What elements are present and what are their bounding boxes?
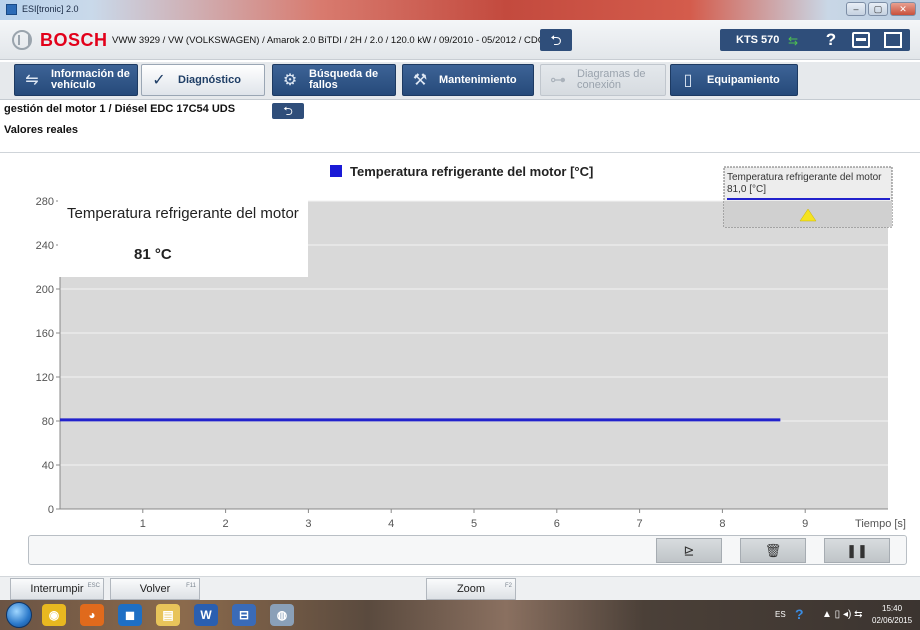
x-tick-label: 2 — [223, 518, 229, 530]
axis-scale-button[interactable]: ⊵ — [656, 538, 722, 563]
tray-icons[interactable]: ▲ ▯ ◂) ⇆ — [822, 609, 862, 620]
chart-control-bar: ⊵ 🗑 ❚❚ — [28, 535, 907, 565]
zoom-button[interactable]: Zoom F2 — [426, 578, 516, 600]
value-box-label: Temperatura refrigerante del motor — [67, 205, 299, 222]
x-tick-label: 7 — [637, 518, 643, 530]
back-arrow-button[interactable]: ⮌ — [540, 29, 572, 51]
y-tick-label: 280 — [36, 196, 54, 208]
usb-connection-icon: ⇆ — [788, 34, 799, 48]
wiring-icon: ⊶ — [550, 72, 566, 89]
stethoscope-icon: ✓ — [152, 72, 166, 89]
pause-button[interactable]: ❚❚ — [824, 538, 890, 563]
chart-title: Temperatura refrigerante del motor [°C] — [350, 164, 593, 179]
close-button[interactable]: ✕ — [890, 2, 916, 16]
function-key-hint: F11 — [186, 583, 196, 589]
print-button[interactable] — [852, 32, 870, 48]
firefox-taskbar-icon[interactable]: ◕ — [80, 604, 104, 626]
brand-name: BOSCH — [40, 30, 108, 50]
window-title: ESI[tronic] 2.0 — [22, 4, 79, 14]
app-header: BOSCH VWW 3929 / VW (VOLKSWAGEN) / Amaro… — [0, 20, 920, 60]
menu-button[interactable] — [884, 32, 902, 48]
interrupt-label: Interrumpir — [30, 583, 84, 595]
function-key-hint: F2 — [504, 583, 512, 589]
tab-maintenance[interactable]: ⚒ Mantenimiento — [402, 64, 534, 96]
y-tick-label: 160 — [36, 328, 54, 340]
x-tick-label: 3 — [305, 518, 311, 530]
troubleshoot-icon: ⚙ — [282, 72, 298, 89]
esitronic-window: ESI[tronic] 2.0 – ▢ ✕ BOSCH VWW 3929 / V… — [0, 0, 920, 630]
language-indicator[interactable]: ES — [775, 610, 786, 619]
live-data-chart: 0 40 80 120 160 200 240 280 1 2 3 4 5 6 7 8 9 Tiempo [s]… — [0, 153, 920, 533]
tab-equipment[interactable]: ▯ Equipamiento — [670, 64, 798, 96]
tab-label: Diagnóstico — [178, 73, 241, 86]
tab-label: Diagramas de conexión — [577, 68, 646, 91]
x-tick-label: 8 — [719, 518, 725, 530]
app-icon — [6, 4, 17, 15]
tab-label: Búsqueda de fallos — [309, 68, 379, 91]
tab-label: Mantenimiento — [439, 73, 517, 86]
minimize-button[interactable]: – — [846, 2, 866, 16]
y-tick-label: 80 — [42, 416, 54, 428]
title-bar: ESI[tronic] 2.0 – ▢ ✕ — [0, 0, 920, 20]
word-taskbar-icon[interactable]: W — [194, 604, 218, 626]
wrench-icon: ⚒ — [412, 72, 428, 89]
x-tick-label: 9 — [802, 518, 808, 530]
value-box-value: 81 °C — [134, 246, 172, 263]
y-tick-label: 120 — [36, 372, 54, 384]
vehicle-info: VWW 3929 / VW (VOLKSWAGEN) / Amarok 2.0 … — [112, 35, 551, 46]
interrupt-button[interactable]: Interrumpir ESC — [10, 578, 104, 600]
maximize-button[interactable]: ▢ — [868, 2, 888, 16]
function-bar: Interrumpir ESC Volver F11 Zoom F2 — [0, 576, 920, 600]
breadcrumb: gestión del motor 1 / Diésel EDC 17C54 U… — [4, 103, 236, 115]
main-nav: ⇋ Información de vehículo ✓ Diagnóstico … — [0, 62, 920, 100]
tab-wiring-diagrams: ⊶ Diagramas de conexión — [540, 64, 666, 96]
help-tray-icon[interactable]: ? — [795, 606, 804, 622]
outlook-taskbar-icon[interactable]: ◼ — [118, 604, 142, 626]
back-label: Volver — [139, 583, 171, 595]
tab-diagnostics[interactable]: ✓ Diagnóstico — [141, 64, 265, 96]
legend-swatch — [330, 165, 342, 177]
tab-troubleshooting[interactable]: ⚙ Búsqueda de fallos — [272, 64, 396, 96]
bosch-logo-icon — [12, 30, 32, 50]
x-tick-label: 6 — [554, 518, 560, 530]
signal-panel-value: 81,0 [°C] — [727, 184, 766, 195]
device-panel: KTS 570 ⇆ ? — [720, 29, 910, 51]
book-icon: ▯ — [683, 72, 693, 89]
y-tick-label: 200 — [36, 284, 54, 296]
x-tick-label: 4 — [388, 518, 394, 530]
chrome-taskbar-icon[interactable]: ◉ — [42, 604, 66, 626]
start-button[interactable] — [6, 602, 32, 628]
tab-label: Equipamiento — [707, 73, 780, 86]
car-info-icon: ⇋ — [25, 72, 39, 89]
signal-panel-label: Temperatura refrigerante del motor — [727, 172, 882, 183]
breadcrumb-back-button[interactable]: ⮌ — [272, 103, 304, 119]
function-key-hint: ESC — [87, 583, 100, 589]
back-button[interactable]: Volver F11 — [110, 578, 200, 600]
page-subtitle: Valores reales — [4, 124, 79, 136]
clear-button[interactable]: 🗑 — [740, 538, 806, 563]
zoom-label: Zoom — [456, 583, 486, 595]
x-tick-label: 5 — [471, 518, 477, 530]
y-tick-label: 0 — [48, 504, 54, 516]
clock-date: 02/06/2015 — [872, 616, 913, 625]
y-tick-label: 40 — [42, 460, 54, 472]
device-label: KTS 570 — [736, 34, 780, 46]
x-axis-label: Tiempo [s] — [855, 518, 906, 530]
tab-label: Información de vehículo — [51, 68, 130, 91]
tab-vehicle-info[interactable]: ⇋ Información de vehículo — [14, 64, 138, 96]
help-button[interactable]: ? — [820, 30, 842, 50]
window-controls: – ▢ ✕ — [846, 2, 916, 16]
windows-taskbar: ◉ ◕ ◼ ▤ W ⊟ ◍ ES ? ▲ ▯ ◂) ⇆ 15:40 02/06/2015 — [0, 600, 920, 630]
paint-taskbar-icon[interactable]: ◍ — [270, 604, 294, 626]
y-tick-label: 240 — [36, 240, 54, 252]
clock-time: 15:40 — [882, 604, 903, 613]
esitronic-taskbar-icon[interactable]: ⊟ — [232, 604, 256, 626]
explorer-taskbar-icon[interactable]: ▤ — [156, 604, 180, 626]
x-tick-label: 1 — [140, 518, 146, 530]
